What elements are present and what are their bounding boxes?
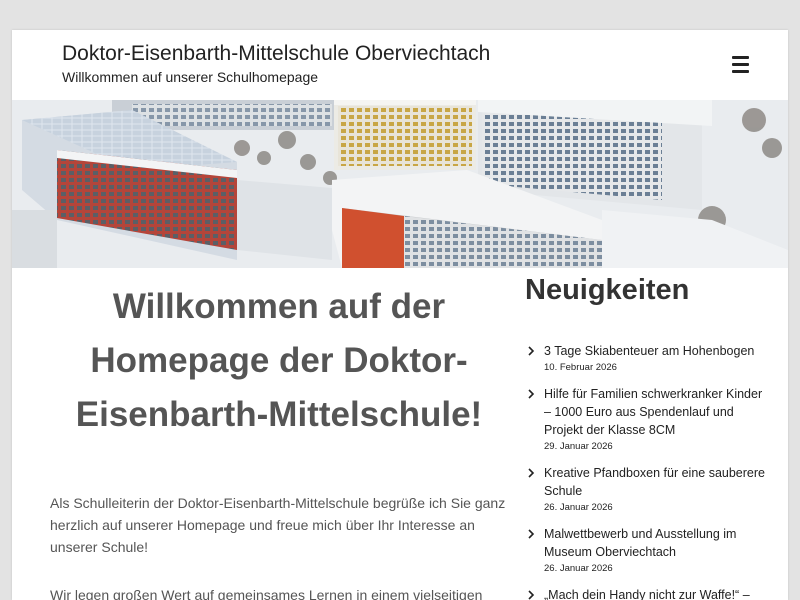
- news-list: 3 Tage Skiabenteuer am Hohenbogen 10. Fe…: [525, 342, 765, 600]
- news-item-date: 10. Februar 2026: [544, 362, 617, 373]
- news-item-date: 29. Januar 2026: [544, 441, 613, 452]
- hamburger-menu-icon[interactable]: [728, 52, 754, 78]
- site-header: Doktor-Eisenbarth-Mittelschule Oberviech…: [12, 30, 788, 100]
- news-item: Kreative Pfandboxen für eine sauberere S…: [525, 464, 765, 515]
- news-item: 3 Tage Skiabenteuer am Hohenbogen 10. Fe…: [525, 342, 765, 375]
- page-container: Doktor-Eisenbarth-Mittelschule Oberviech…: [12, 30, 788, 600]
- news-item-date: 26. Januar 2026: [544, 502, 613, 513]
- chevron-right-icon: [528, 346, 535, 356]
- news-item-link[interactable]: Kreative Pfandboxen für eine sauberere S…: [544, 464, 765, 500]
- news-item: „Mach dein Handy nicht zur Waffe!“ –: [525, 586, 765, 600]
- news-item-link[interactable]: „Mach dein Handy nicht zur Waffe!“ –: [544, 586, 765, 600]
- intro-paragraph-2: Wir legen großen Wert auf gemeinsames Le…: [50, 587, 483, 600]
- news-heading: Neuigkeiten: [525, 274, 690, 306]
- hero-image-school-building: [12, 100, 788, 268]
- news-item-link[interactable]: Hilfe für Familien schwerkranker Kinder …: [544, 385, 765, 439]
- welcome-heading-line: Willkommen auf der: [112, 287, 446, 326]
- welcome-heading-line: Eisenbarth-Mittelschule!: [75, 395, 483, 434]
- news-item-link[interactable]: 3 Tage Skiabenteuer am Hohenbogen: [544, 342, 765, 360]
- news-item-date: 26. Januar 2026: [544, 563, 613, 574]
- chevron-right-icon: [528, 389, 535, 399]
- chevron-right-icon: [528, 529, 535, 539]
- news-sidebar: Neuigkeiten 3 Tage Skiabenteuer am Hohen…: [525, 270, 765, 600]
- site-tagline: Willkommen auf unserer Schulhomepage: [62, 69, 319, 85]
- news-item: Hilfe für Familien schwerkranker Kinder …: [525, 385, 765, 454]
- welcome-heading-line: Homepage der Doktor-: [90, 341, 468, 380]
- school-aerial-photo: [12, 100, 788, 268]
- intro-paragraph: Als Schulleiterin der Doktor-Eisenbarth-…: [50, 495, 506, 555]
- chevron-right-icon: [528, 590, 535, 600]
- main-content: Willkommen auf der Homepage der Doktor- …: [50, 280, 508, 600]
- site-title[interactable]: Doktor-Eisenbarth-Mittelschule Oberviech…: [62, 42, 490, 66]
- news-item-link[interactable]: Malwettbewerb und Ausstellung im Museum …: [544, 525, 765, 561]
- news-item: Malwettbewerb und Ausstellung im Museum …: [525, 525, 765, 576]
- chevron-right-icon: [528, 468, 535, 478]
- welcome-heading: Willkommen auf der Homepage der Doktor- …: [50, 280, 508, 442]
